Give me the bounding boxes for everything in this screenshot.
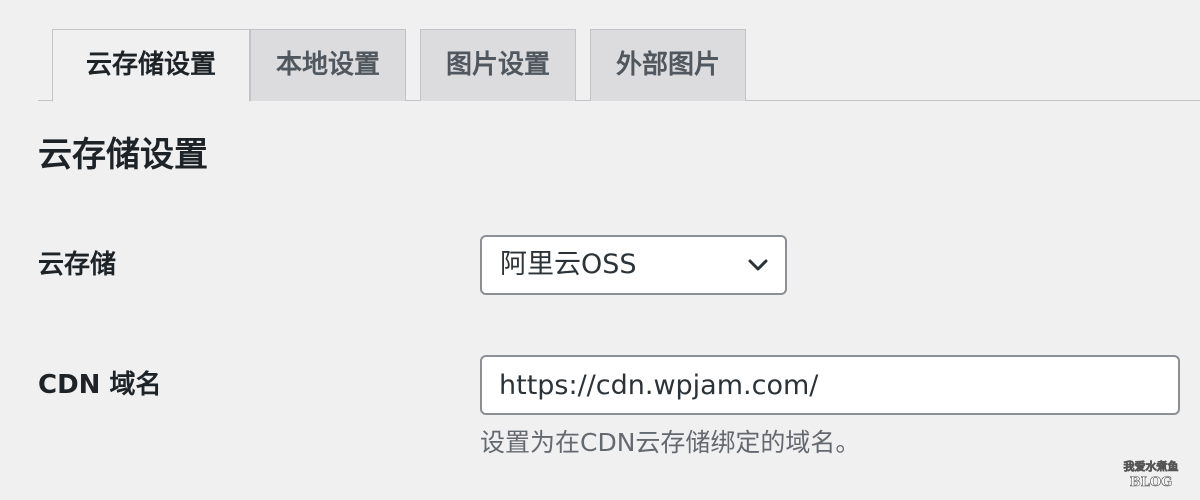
cdn-domain-description: 设置为在CDN云存储绑定的域名。 [480,428,861,457]
cdn-domain-input[interactable] [480,355,1180,415]
tab-image-settings[interactable]: 图片设置 [420,29,576,101]
cloud-storage-select[interactable]: 阿里云OSS [480,235,787,295]
section-title: 云存储设置 [38,135,208,175]
chevron-down-icon [748,259,768,271]
tab-local-settings[interactable]: 本地设置 [250,29,406,101]
svg-text:我爱水煮鱼: 我爱水煮鱼 [1124,459,1179,473]
svg-text:BLOG: BLOG [1130,475,1173,490]
cloud-storage-label: 云存储 [38,250,117,280]
settings-tab-bar: 云存储设置 本地设置 图片设置 外部图片 [38,0,1200,102]
tab-external-images[interactable]: 外部图片 [590,29,746,101]
tab-cloud-storage-settings[interactable]: 云存储设置 [52,29,250,102]
watermark-logo: 我爱水煮鱼 BLOG [1123,459,1179,490]
cloud-storage-selected-value: 阿里云OSS [500,249,637,280]
cdn-domain-label: CDN 域名 [38,370,162,400]
